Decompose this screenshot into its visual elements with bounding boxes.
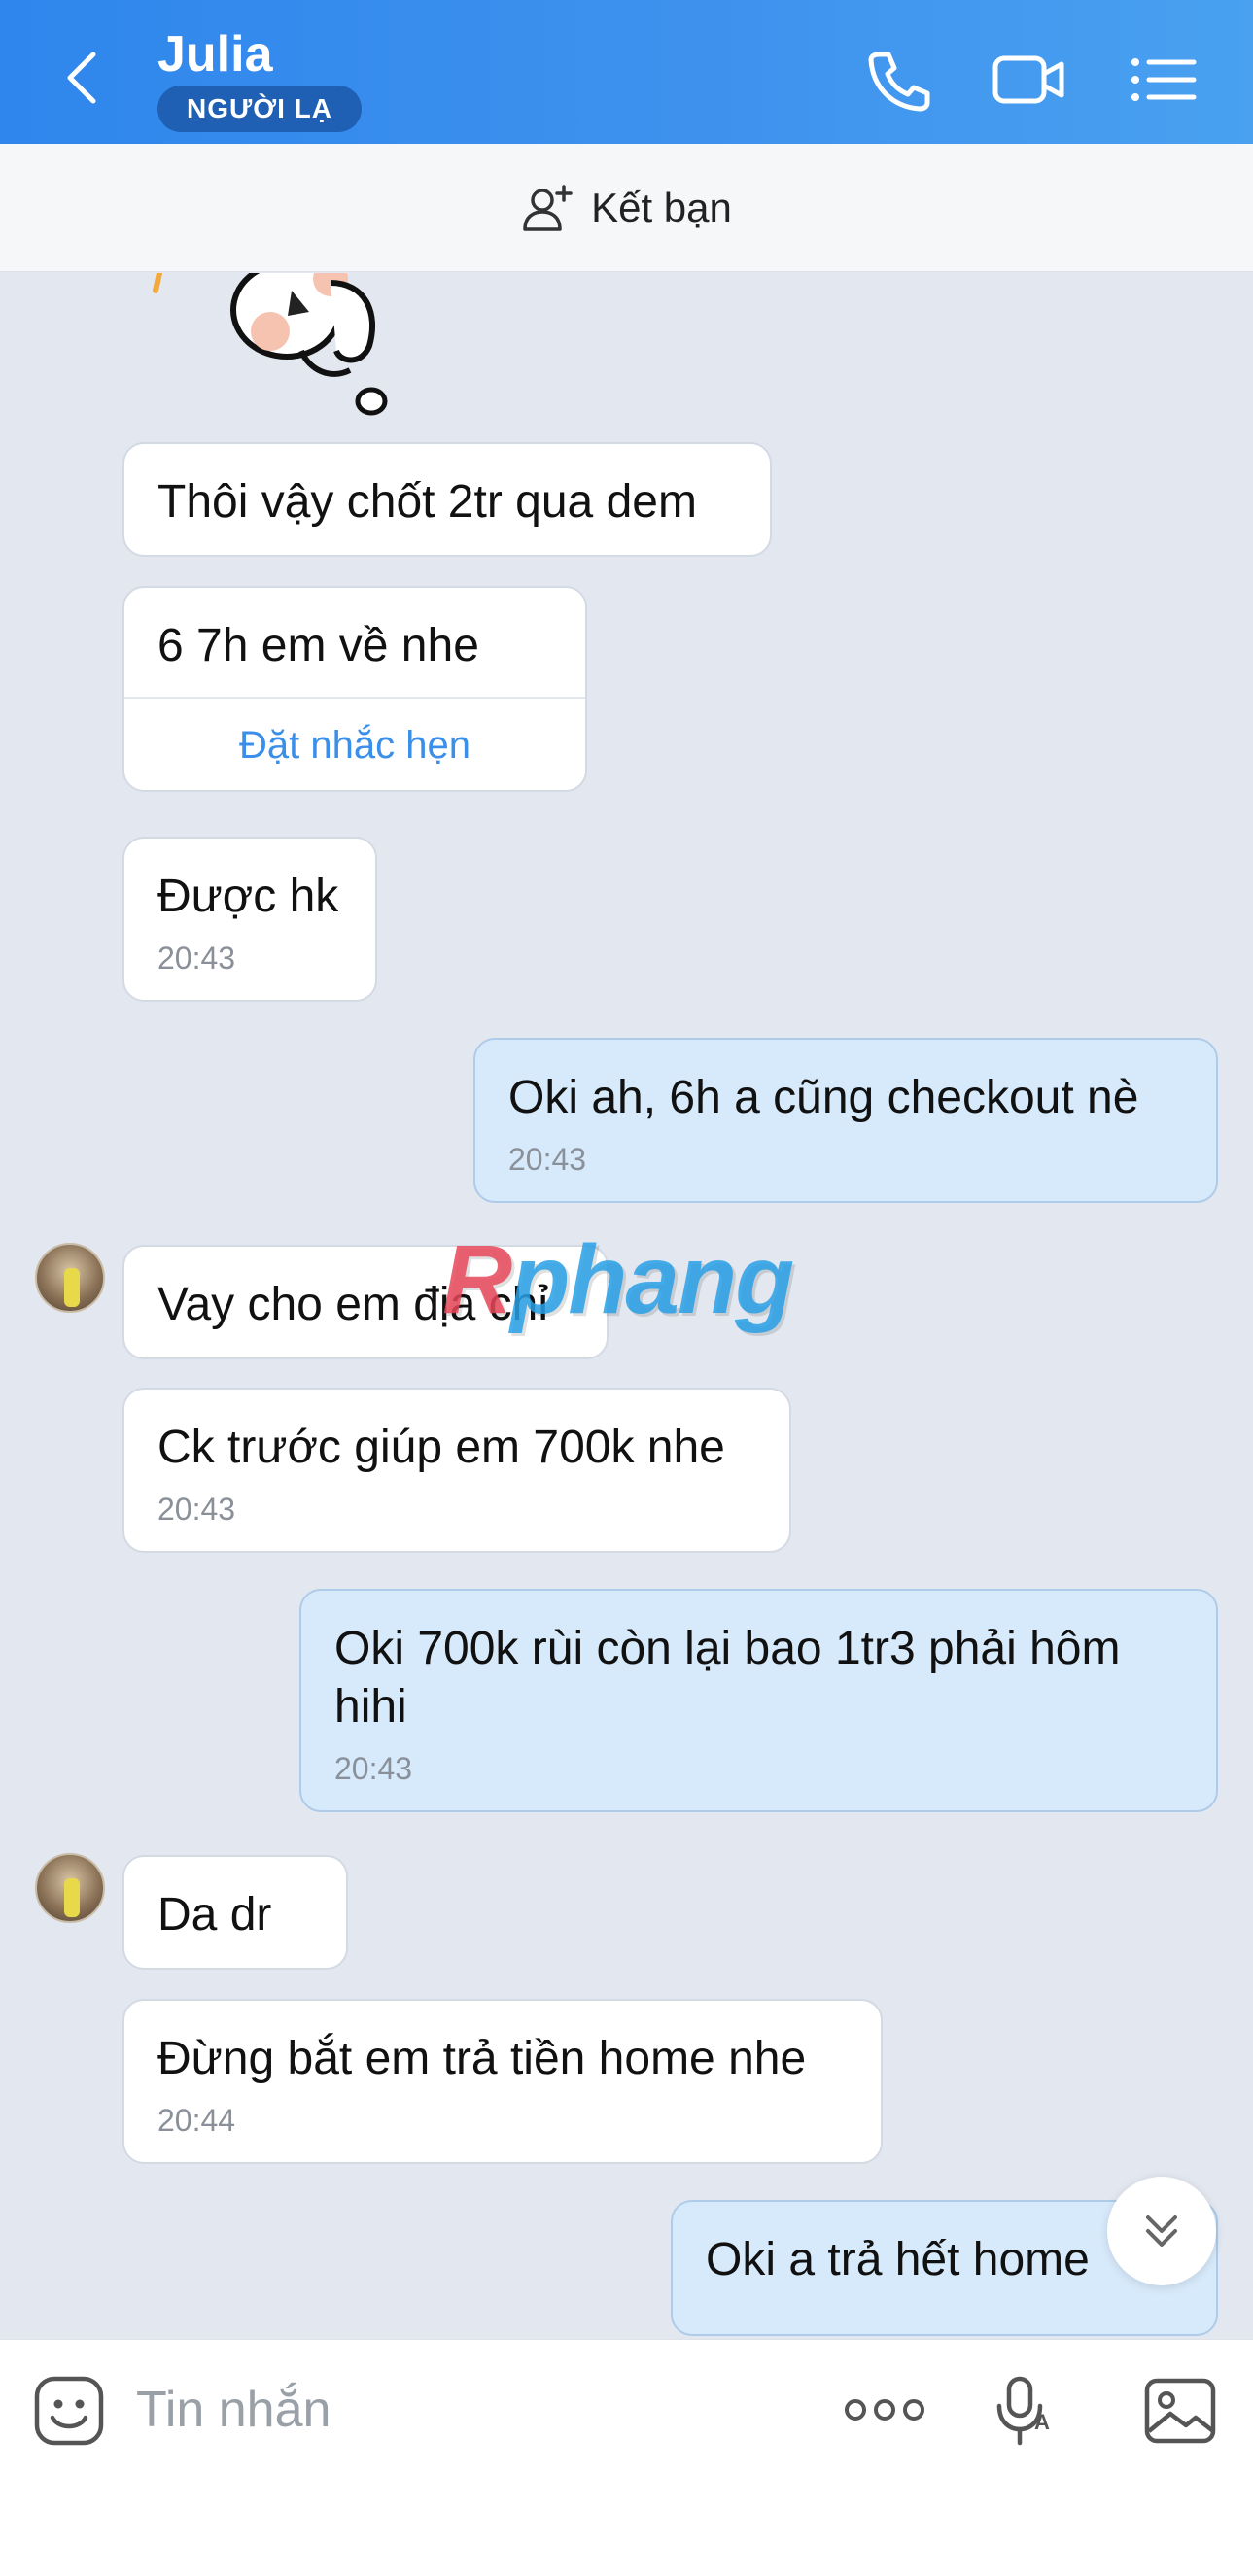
message-time: 20:43 [334,1751,413,1786]
message-time: 20:44 [157,2103,236,2138]
emoji-icon[interactable] [33,2375,105,2452]
message-text: Oki ah, 6h a cũng checkout nè [508,1072,1139,1123]
chat-header: Julia NGƯỜI LẠ [0,0,1253,144]
add-friend-bar[interactable]: Kết bạn [0,144,1253,272]
image-icon[interactable] [1143,2375,1217,2452]
menu-list-icon[interactable] [1126,45,1203,115]
received-message[interactable]: Ck trước giúp em 700k nhe 20:43 [122,1388,791,1553]
add-friend-label: Kết bạn [591,184,732,230]
back-arrow-icon[interactable] [58,49,107,107]
received-message[interactable]: Được hk 20:43 [122,837,377,1002]
message-text: Được hk [157,871,339,922]
svg-text:A: A [1034,2410,1050,2434]
more-options-icon[interactable] [844,2392,925,2432]
set-reminder-link[interactable]: Đặt nhắc hẹn [124,697,585,790]
message-input[interactable]: Tin nhắn [136,2381,331,2439]
message-text: Thôi vậy chốt 2tr qua dem [157,476,697,528]
sent-message[interactable]: Oki ah, 6h a cũng checkout nè 20:43 [473,1038,1218,1203]
message-time: 20:43 [157,1492,236,1527]
message-time: 20:43 [508,1142,587,1177]
message-text: Da dr [157,1889,272,1941]
scroll-to-bottom-button[interactable] [1107,2177,1216,2285]
contact-name[interactable]: Julia [157,25,273,84]
add-friend-icon [523,184,573,231]
message-text: Vay cho em địa chỉ [157,1279,548,1330]
message-text: Đừng bắt em trả tiền home nhe [157,2033,807,2084]
received-message[interactable]: Thôi vậy chốt 2tr qua dem [122,442,772,557]
sticker-image [146,273,621,424]
stranger-badge: NGƯỜI LẠ [157,86,362,132]
message-text: Oki 700k rùi còn lại bao 1tr3 phải hôm h… [334,1623,1121,1733]
sent-message[interactable]: Oki 700k rùi còn lại bao 1tr3 phải hôm h… [299,1589,1218,1812]
message-text: Ck trước giúp em 700k nhe [157,1422,725,1473]
message-time: 20:43 [157,941,236,976]
double-chevron-down-icon [1146,2215,1177,2247]
received-message[interactable]: Vay cho em địa chỉ [122,1245,609,1359]
message-list[interactable]: Thôi vậy chốt 2tr qua dem 6 7h em về nhe… [0,273,1253,2339]
received-message[interactable]: Đừng bắt em trả tiền home nhe 20:44 [122,1999,883,2164]
video-call-icon[interactable] [990,45,1067,115]
phone-icon[interactable] [857,45,935,115]
message-text: 6 7h em về nhe [157,620,479,671]
avatar[interactable] [35,1243,105,1313]
received-message[interactable]: Da dr [122,1855,348,1970]
avatar[interactable] [35,1853,105,1923]
message-composer: Tin nhắn A [0,2339,1253,2576]
voice-to-text-icon[interactable]: A [995,2375,1058,2452]
received-message[interactable]: 6 7h em về nhe Đặt nhắc hẹn [122,586,587,792]
